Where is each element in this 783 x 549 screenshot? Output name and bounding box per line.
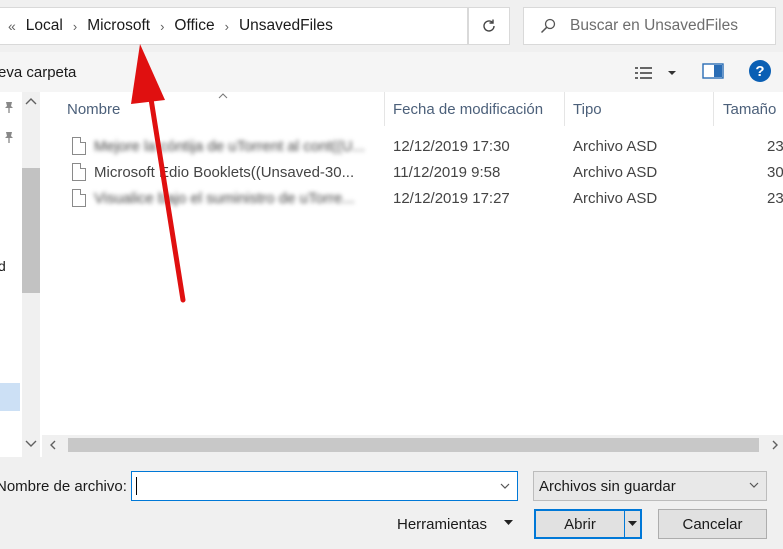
breadcrumb-local[interactable]: Local bbox=[26, 17, 63, 35]
chevron-down-icon[interactable] bbox=[499, 480, 511, 492]
file-list[interactable]: Nombre Fecha de modificación Tipo Tamaño… bbox=[42, 92, 783, 435]
breadcrumb-overflow-icon[interactable]: « bbox=[8, 18, 16, 34]
column-header-name[interactable]: Nombre bbox=[67, 92, 120, 126]
address-bar[interactable]: « Local › Microsoft › Office › UnsavedFi… bbox=[0, 7, 468, 45]
file-type: Archivo ASD bbox=[573, 164, 658, 181]
column-divider[interactable] bbox=[564, 92, 565, 126]
refresh-icon bbox=[483, 19, 495, 32]
column-header-type[interactable]: Tipo bbox=[573, 92, 602, 126]
search-placeholder: Buscar en UnsavedFiles bbox=[570, 17, 738, 34]
file-size: 23 bbox=[767, 138, 783, 155]
file-name: Mejore la cóntija de uTorrent al cont((U… bbox=[94, 138, 365, 155]
scroll-down-icon[interactable] bbox=[24, 437, 38, 449]
file-icon bbox=[72, 163, 86, 181]
breadcrumb-office[interactable]: Office bbox=[174, 17, 214, 35]
breadcrumb-microsoft[interactable]: Microsoft bbox=[87, 17, 150, 35]
open-options-caret-icon[interactable] bbox=[625, 519, 640, 529]
filetype-select[interactable]: Archivos sin guardar bbox=[533, 471, 767, 501]
file-icon bbox=[72, 189, 86, 207]
search-icon bbox=[540, 18, 556, 34]
open-button[interactable]: Abrir bbox=[534, 509, 642, 539]
nav-scrollbar-thumb[interactable] bbox=[22, 168, 40, 293]
breadcrumb-separator-icon[interactable]: › bbox=[73, 19, 77, 34]
file-type: Archivo ASD bbox=[573, 138, 658, 155]
nav-selected-item[interactable] bbox=[0, 383, 20, 411]
chevron-down-icon bbox=[668, 71, 676, 75]
file-date: 12/12/2019 17:30 bbox=[393, 138, 510, 155]
tools-menu-button[interactable]: Herramientas bbox=[397, 516, 487, 533]
file-name: Visualice bajo el suministro de uTorre..… bbox=[94, 190, 355, 207]
dialog-footer: Nombre de archivo: Archivos sin guardar … bbox=[0, 457, 783, 549]
column-divider[interactable] bbox=[384, 92, 385, 126]
refresh-button[interactable] bbox=[468, 7, 510, 45]
column-divider[interactable] bbox=[713, 92, 714, 126]
filetype-selected: Archivos sin guardar bbox=[539, 477, 676, 495]
filename-input[interactable] bbox=[131, 471, 518, 501]
column-header-size[interactable]: Tamaño bbox=[723, 92, 776, 126]
preview-pane-icon bbox=[702, 63, 724, 79]
scroll-up-icon[interactable] bbox=[24, 96, 38, 108]
file-size: 30 bbox=[767, 164, 783, 181]
horizontal-scrollbar[interactable] bbox=[42, 435, 783, 455]
filename-label: Nombre de archivo: bbox=[0, 478, 127, 495]
pin-icon[interactable] bbox=[2, 130, 16, 144]
pin-icon[interactable] bbox=[2, 100, 16, 114]
breadcrumb-unsavedfiles[interactable]: UnsavedFiles bbox=[239, 17, 333, 35]
scroll-left-icon[interactable] bbox=[48, 439, 58, 451]
file-row[interactable]: Microsoft Edio Booklets((Unsaved-30... 1… bbox=[42, 160, 783, 186]
text-caret bbox=[136, 477, 137, 495]
scroll-right-icon[interactable] bbox=[770, 439, 780, 451]
help-button[interactable]: ? bbox=[749, 60, 771, 82]
preview-pane-button[interactable] bbox=[702, 62, 724, 82]
file-date: 11/12/2019 9:58 bbox=[393, 164, 501, 181]
file-row[interactable]: Visualice bajo el suministro de uTorre..… bbox=[42, 186, 783, 212]
new-folder-button[interactable]: eva carpeta bbox=[0, 64, 76, 81]
file-icon bbox=[72, 137, 86, 155]
search-box[interactable]: Buscar en UnsavedFiles bbox=[523, 7, 776, 45]
details-view-icon bbox=[635, 67, 652, 79]
file-row[interactable]: Mejore la cóntija de uTorrent al cont((U… bbox=[42, 134, 783, 160]
command-bar: eva carpeta ? bbox=[0, 52, 783, 92]
caret-down-icon[interactable] bbox=[503, 518, 514, 528]
file-size: 23 bbox=[767, 190, 783, 207]
file-type: Archivo ASD bbox=[573, 190, 658, 207]
column-header-date[interactable]: Fecha de modificación bbox=[393, 92, 543, 126]
file-date: 12/12/2019 17:27 bbox=[393, 190, 510, 207]
cancel-button[interactable]: Cancelar bbox=[658, 509, 767, 539]
address-row: « Local › Microsoft › Office › UnsavedFi… bbox=[0, 0, 783, 52]
breadcrumb-separator-icon[interactable]: › bbox=[160, 19, 164, 34]
breadcrumb-separator-icon[interactable]: › bbox=[225, 19, 229, 34]
change-view-button[interactable] bbox=[634, 62, 680, 84]
horizontal-scrollbar-thumb[interactable] bbox=[68, 438, 759, 452]
open-button-label: Abrir bbox=[564, 515, 596, 533]
chevron-down-icon bbox=[749, 482, 759, 488]
nav-item-partial-label[interactable]: d bbox=[0, 258, 6, 274]
sort-ascending-icon bbox=[218, 93, 228, 99]
file-name: Microsoft Edio Booklets((Unsaved-30... bbox=[94, 164, 355, 181]
